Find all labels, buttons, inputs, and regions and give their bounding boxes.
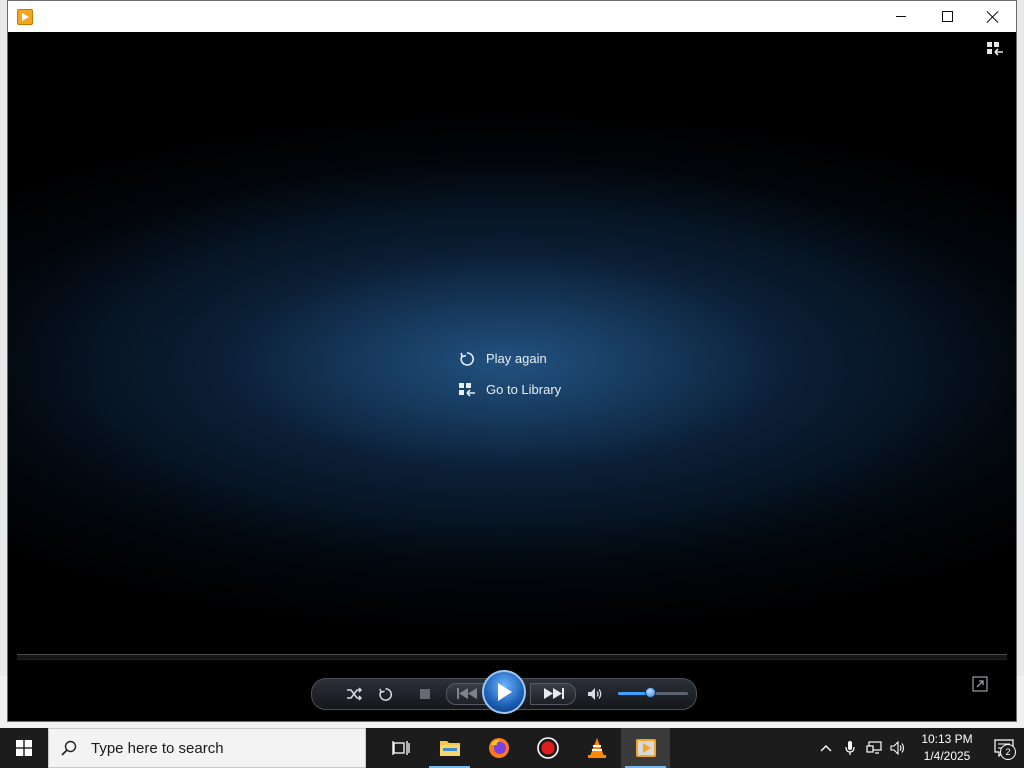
next-icon [544, 688, 564, 699]
play-button[interactable] [482, 670, 526, 714]
close-icon [987, 11, 999, 23]
repeat-button[interactable] [375, 684, 395, 704]
next-button[interactable] [530, 683, 576, 705]
chevron-up-icon [820, 745, 832, 752]
screen: Play again Go to Library Type here to se… [0, 0, 1024, 768]
taskbar-vlc[interactable] [572, 728, 621, 768]
show-hidden-icons-button[interactable] [814, 728, 838, 768]
mute-button[interactable] [585, 684, 605, 704]
stop-icon [420, 689, 430, 699]
go-to-library-link[interactable]: Go to Library [458, 374, 561, 405]
library-icon [458, 381, 476, 399]
play-again-link[interactable]: Play again [458, 343, 561, 374]
taskbar-search-box[interactable]: Type here to search [48, 728, 366, 768]
video-area[interactable]: Play again Go to Library [8, 32, 1016, 652]
search-icon [61, 740, 77, 756]
minimize-icon [896, 16, 906, 17]
stop-button[interactable] [415, 684, 435, 704]
notification-count-badge: 2 [1000, 744, 1016, 760]
taskbar-clock[interactable]: 10:13 PM 1/4/2025 [914, 731, 980, 765]
desktop-background-right [1016, 0, 1024, 728]
media-player-icon [635, 739, 656, 757]
repeat-icon [378, 687, 392, 701]
windows-logo-icon [16, 740, 32, 756]
action-center-button[interactable]: 2 [984, 728, 1024, 768]
microphone-icon [845, 741, 855, 755]
replay-icon [458, 350, 476, 368]
maximize-button[interactable] [924, 1, 970, 32]
play-again-label: Play again [486, 351, 547, 366]
clock-time: 10:13 PM [921, 732, 973, 746]
firefox-icon [488, 738, 509, 758]
network-icon [866, 741, 882, 754]
end-of-media-menu: Play again Go to Library [458, 343, 561, 405]
media-player-window: Play again Go to Library [7, 0, 1017, 722]
volume-slider-thumb[interactable] [645, 687, 656, 698]
record-icon [536, 737, 559, 759]
speaker-icon [587, 688, 601, 700]
seek-bar[interactable] [17, 654, 1007, 660]
shuffle-icon [347, 687, 362, 701]
caption-buttons [878, 1, 1016, 32]
network-tray-button[interactable] [862, 728, 886, 768]
folder-icon [439, 741, 460, 756]
fullscreen-icon[interactable] [972, 676, 988, 692]
volume-tray-button[interactable] [886, 728, 910, 768]
close-button[interactable] [970, 1, 1016, 32]
start-button[interactable] [0, 728, 48, 768]
taskbar-file-explorer[interactable] [425, 728, 474, 768]
title-bar[interactable] [8, 1, 1016, 32]
play-icon [498, 683, 512, 701]
previous-icon [457, 688, 477, 699]
go-to-library-label: Go to Library [486, 382, 562, 397]
system-tray: 10:13 PM 1/4/2025 2 [814, 728, 1024, 768]
task-view-icon [391, 741, 410, 755]
vlc-cone-icon [587, 738, 606, 758]
media-player-app-icon[interactable] [17, 8, 33, 25]
search-placeholder: Type here to search [91, 739, 224, 757]
maximize-icon [941, 11, 953, 22]
switch-to-library-icon[interactable] [986, 41, 1004, 57]
shuffle-button[interactable] [344, 684, 364, 704]
task-view-button[interactable] [376, 728, 425, 768]
taskbar-media-player[interactable] [621, 728, 670, 768]
taskbar-recorder[interactable] [523, 728, 572, 768]
minimize-button[interactable] [878, 1, 924, 32]
taskbar-firefox[interactable] [474, 728, 523, 768]
microphone-tray-button[interactable] [838, 728, 862, 768]
volume-icon [890, 741, 905, 755]
taskbar: Type here to search 10:13 PM 1/4/2025 2 [0, 728, 1024, 768]
clock-date: 1/4/2025 [923, 749, 971, 763]
